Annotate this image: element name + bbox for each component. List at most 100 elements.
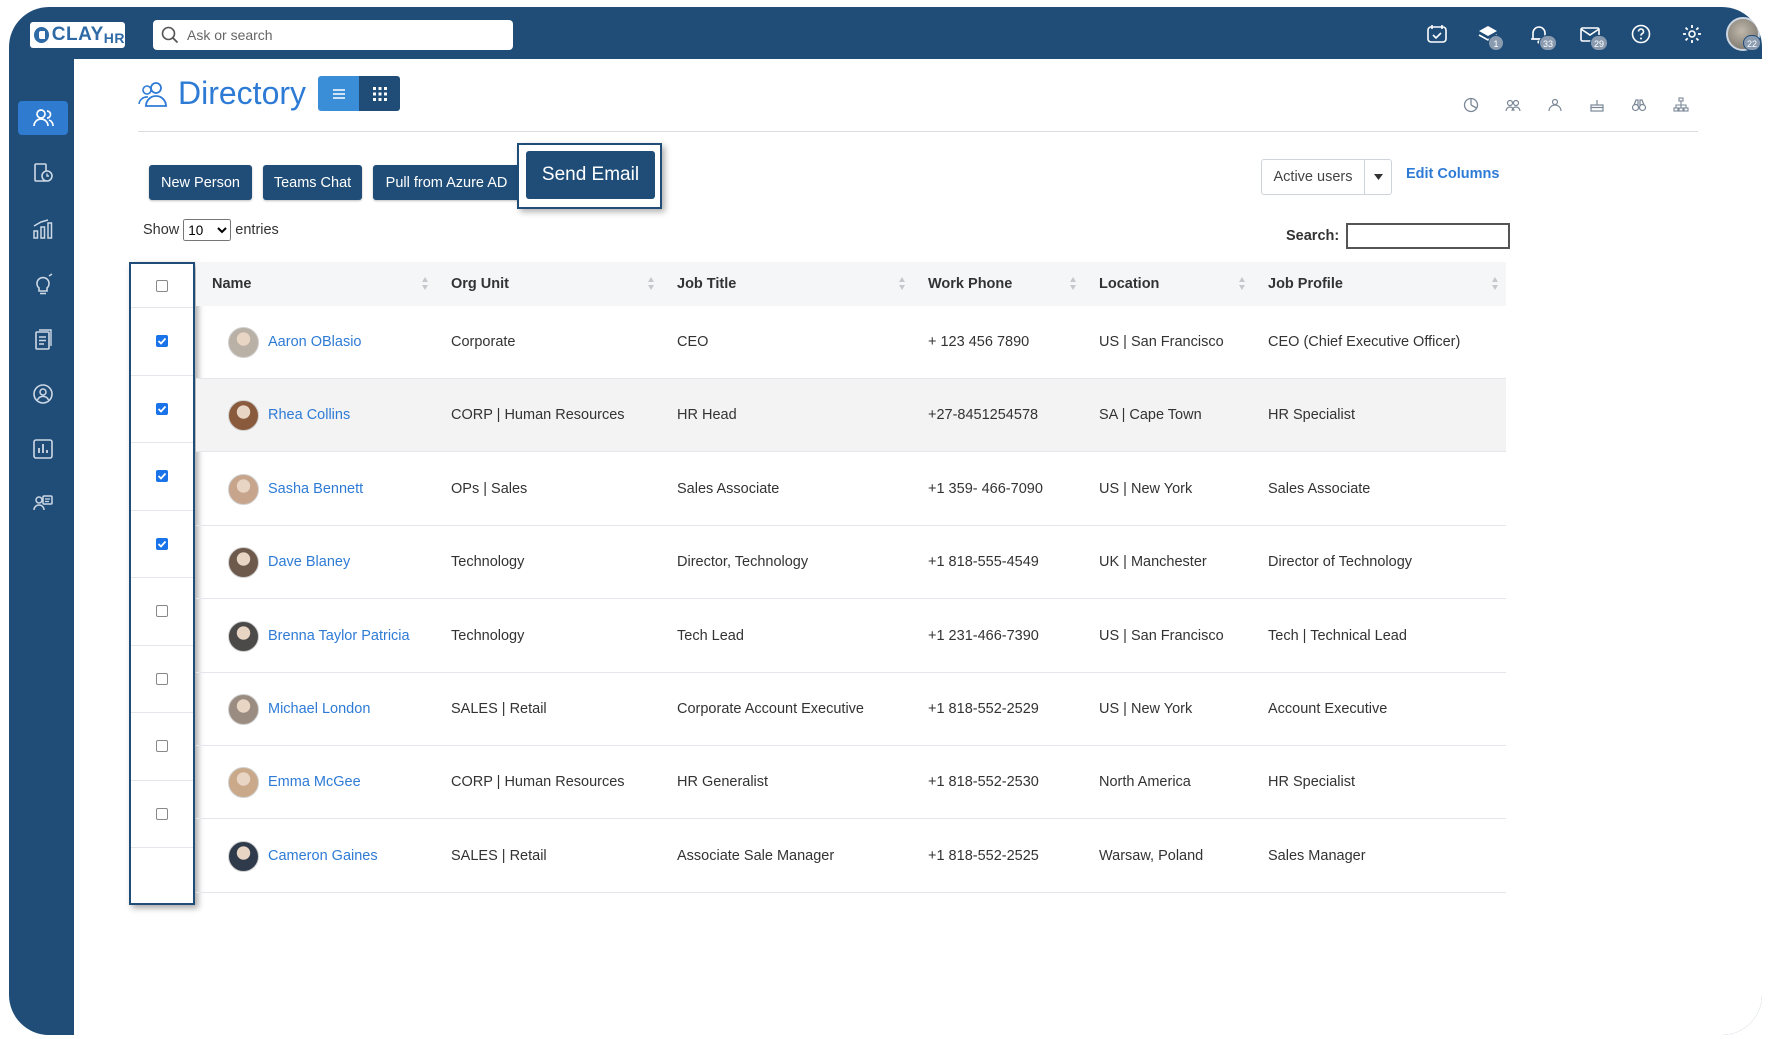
sort-icon[interactable] [1070, 277, 1077, 291]
column-header-org-unit[interactable]: Org Unit [451, 262, 509, 306]
new-person-button[interactable]: New Person [149, 165, 252, 200]
column-header-job-title[interactable]: Job Title [677, 262, 736, 306]
sort-icon[interactable] [1492, 277, 1499, 291]
person-name-link[interactable]: Michael London [268, 673, 370, 746]
logo-mark-icon [34, 27, 49, 43]
org-chart-icon[interactable] [1660, 97, 1702, 113]
pie-chart-icon[interactable] [1450, 97, 1492, 113]
location-cell: US | New York [1099, 701, 1193, 717]
job-profile-cell: Sales Associate [1268, 480, 1371, 497]
teams-chat-button[interactable]: Teams Chat [263, 165, 362, 200]
org-unit-cell: CORP | Human Resources [451, 407, 625, 424]
cake-icon[interactable] [1576, 97, 1618, 113]
entries-select[interactable]: 10 [183, 219, 232, 241]
sidebar-item-ideas[interactable] [18, 267, 68, 301]
sidebar-item-documents[interactable] [18, 323, 68, 357]
work-phone-cell: +1 818-552-2530 [928, 774, 1039, 791]
select-all-checkbox[interactable] [156, 279, 168, 292]
column-header-name[interactable]: Name [212, 262, 252, 306]
avatar[interactable] [228, 767, 259, 799]
person-name-link[interactable]: Brenna Taylor Patricia [268, 600, 410, 673]
row-checkbox[interactable] [156, 605, 168, 618]
pull-azure-button[interactable]: Pull from Azure AD [373, 165, 520, 200]
row-checkbox[interactable] [156, 807, 168, 820]
user-avatar[interactable]: 22 [1726, 17, 1762, 51]
chevron-down-icon[interactable] [1365, 174, 1391, 180]
row-checkbox[interactable] [156, 335, 168, 348]
team-icon[interactable] [1492, 97, 1534, 113]
avatar[interactable] [228, 327, 259, 358]
settings-icon[interactable] [1675, 17, 1709, 51]
org-unit-cell: OPs | Sales [451, 480, 528, 497]
person-name-link[interactable]: Rhea Collins [268, 379, 350, 452]
column-header-location[interactable]: Location [1099, 262, 1159, 306]
ideas-icon [36, 273, 53, 295]
send-email-button[interactable]: Send Email [526, 151, 655, 199]
avatar[interactable] [228, 840, 259, 872]
job-title-cell: HR Head [677, 407, 737, 424]
person-name-link[interactable]: Sasha Bennett [268, 453, 363, 526]
checkbox-column [129, 262, 195, 905]
table-row: Cameron Gaines SALES | Retail Associate Sa… [196, 820, 1506, 893]
list-view-button[interactable] [318, 76, 359, 111]
row-checkbox-cell [131, 646, 193, 713]
avatar[interactable] [228, 620, 259, 652]
work-phone-cell: +1 359- 466-7090 [928, 480, 1043, 497]
profile-search-icon [33, 384, 53, 404]
location-cell: US | San Francisco [1099, 627, 1224, 644]
person-name-link[interactable]: Aaron OBlasio [268, 306, 362, 379]
checkmark-icon [157, 338, 167, 346]
avatar[interactable] [228, 547, 259, 579]
page-header: Directory [138, 75, 306, 112]
job-title-cell: Corporate Account Executive [677, 701, 864, 717]
sidebar-item-people[interactable] [18, 101, 68, 135]
user-badge: 22 [1743, 35, 1762, 51]
clayhr-logo[interactable]: CLAY HR [30, 22, 125, 48]
global-search[interactable] [153, 20, 513, 50]
table-search-label: Search: [1286, 228, 1340, 244]
sort-icon[interactable] [648, 277, 655, 291]
avatar[interactable] [228, 400, 259, 432]
show-label: Show [143, 222, 180, 238]
header-divider [138, 131, 1698, 132]
edit-columns-link[interactable]: Edit Columns [1406, 166, 1499, 182]
avatar[interactable] [228, 694, 259, 725]
job-title-cell: Associate Sale Manager [677, 847, 835, 864]
bell-icon[interactable]: 33 [1522, 17, 1558, 51]
column-header-work-phone[interactable]: Work Phone [928, 262, 1012, 306]
column-header-job-profile[interactable]: Job Profile [1268, 262, 1343, 306]
sidebar-item-reports[interactable] [18, 432, 68, 466]
person-name-link[interactable]: Emma McGee [268, 746, 361, 819]
job-profile-cell: Tech | Technical Lead [1268, 627, 1407, 644]
person-name-link[interactable]: Dave Blaney [268, 526, 350, 599]
row-checkbox[interactable] [156, 740, 168, 753]
avatar[interactable] [228, 473, 259, 505]
sidebar-item-analytics[interactable] [18, 212, 68, 246]
sidebar-item-support[interactable] [18, 487, 68, 521]
table-search-input[interactable] [1346, 223, 1511, 249]
sort-icon[interactable] [1239, 277, 1246, 291]
search-icon [161, 26, 179, 44]
row-checkbox[interactable] [156, 537, 168, 550]
sort-icon[interactable] [899, 277, 906, 291]
binoculars-icon[interactable] [1618, 97, 1660, 113]
org-unit-cell: Technology [451, 627, 525, 644]
sort-icon[interactable] [422, 277, 429, 291]
row-checkbox[interactable] [156, 402, 168, 415]
mail-icon[interactable]: 29 [1573, 17, 1609, 51]
search-input[interactable] [187, 27, 487, 43]
table-row: Sasha Bennett OPs | Sales Sales Associate +… [196, 453, 1506, 526]
help-icon[interactable] [1624, 17, 1658, 51]
sidebar-item-profile-search[interactable] [18, 377, 68, 411]
people-icon [33, 109, 54, 127]
grid-view-button[interactable] [359, 76, 400, 111]
person-name-link[interactable]: Cameron Gaines [268, 820, 378, 893]
sidebar-item-time-off[interactable] [18, 156, 68, 190]
row-checkbox[interactable] [156, 470, 168, 483]
layers-icon[interactable]: 1 [1471, 17, 1505, 51]
calendar-clock-icon[interactable] [1420, 17, 1454, 51]
active-users-filter[interactable]: Active users [1261, 159, 1392, 195]
mail-badge: 29 [1590, 35, 1609, 51]
group-icon[interactable] [1534, 97, 1576, 113]
row-checkbox[interactable] [156, 672, 168, 685]
